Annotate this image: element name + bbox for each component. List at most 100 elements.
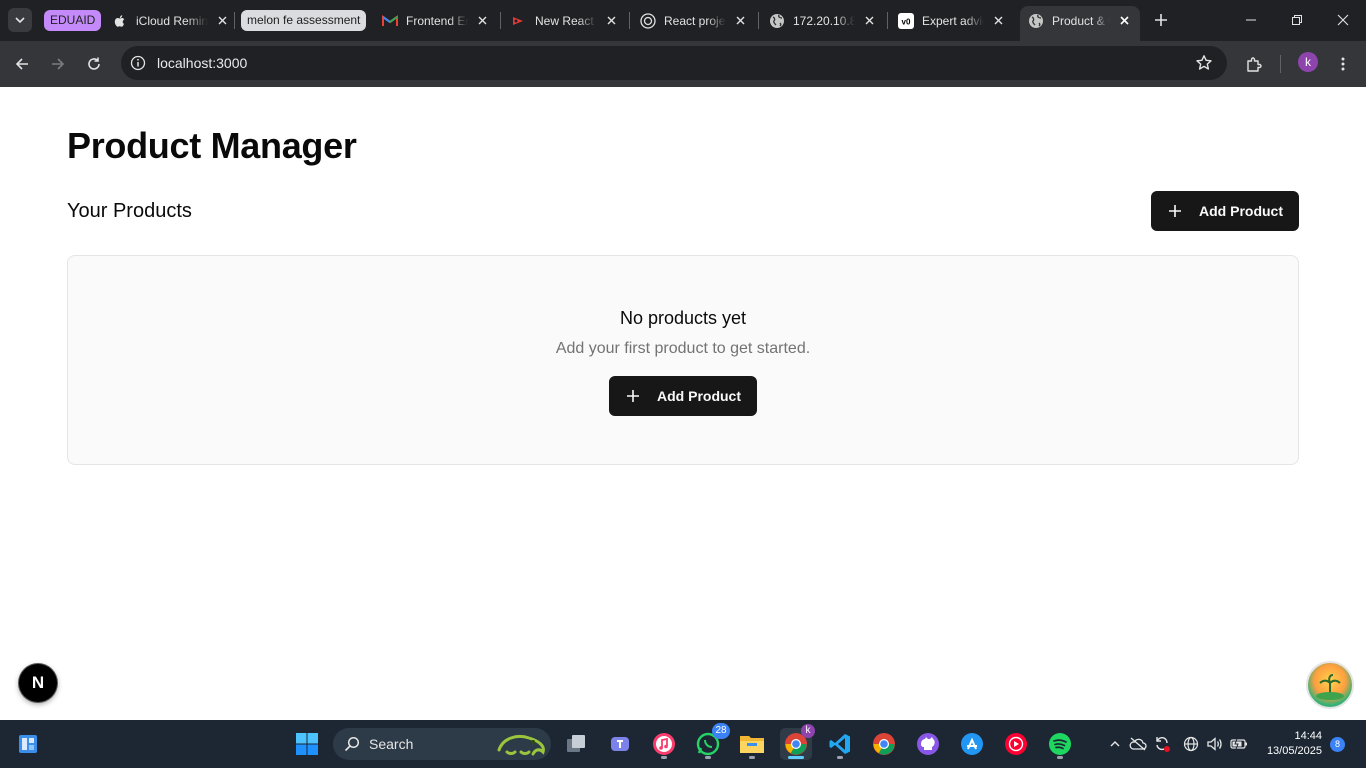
globe-icon <box>1183 736 1199 752</box>
sync-tray-icon[interactable] <box>1152 734 1172 754</box>
address-bar[interactable]: localhost:3000 <box>121 46 1227 80</box>
browser-toolbar: localhost:3000 <box>0 41 1366 87</box>
back-button[interactable] <box>10 52 34 76</box>
tab-search-button[interactable] <box>8 8 32 32</box>
music-icon <box>653 733 675 755</box>
widgets-icon <box>19 735 37 753</box>
v0-icon: v0 <box>898 12 914 29</box>
task-view-button[interactable] <box>560 728 592 760</box>
active-indicator <box>788 756 804 759</box>
taskbar-search[interactable]: Search <box>333 728 551 760</box>
site-info-icon[interactable] <box>129 54 147 72</box>
notification-count-badge[interactable]: 8 <box>1330 737 1345 752</box>
vscode-app[interactable] <box>824 728 856 760</box>
tab-product-manager-active[interactable]: Product & Order <box>1020 6 1140 41</box>
close-icon[interactable] <box>474 13 490 29</box>
tab-title: New React app <box>535 13 597 28</box>
folder-icon <box>740 736 764 753</box>
battery-tray-icon[interactable] <box>1229 734 1249 754</box>
tab-separator <box>234 12 235 29</box>
close-icon[interactable] <box>214 13 230 29</box>
tab-new-react-app[interactable]: New React app <box>511 6 619 35</box>
chrome-icon <box>873 733 895 755</box>
windows-taskbar: Search 28 k 14:44 13/05/2025 8 <box>0 720 1366 768</box>
close-icon[interactable] <box>732 13 748 29</box>
tab-separator <box>758 12 759 29</box>
search-icon <box>344 736 360 752</box>
tab-group-melon[interactable]: melon fe assessment <box>241 10 367 31</box>
running-indicator <box>661 756 667 759</box>
show-hidden-icons-button[interactable] <box>1105 734 1125 754</box>
battery-charging-icon <box>1230 738 1247 750</box>
svg-text:v0: v0 <box>902 17 911 26</box>
itunes-app[interactable] <box>648 728 680 760</box>
globe-icon <box>769 13 785 29</box>
tab-title: Expert advice <box>922 13 984 28</box>
close-icon[interactable] <box>1116 13 1132 29</box>
app-store-app[interactable] <box>956 728 988 760</box>
empty-state-card: No products yet Add your first product t… <box>67 255 1299 465</box>
tab-title: Product & Order <box>1052 13 1110 28</box>
youtube-music-icon <box>1005 733 1027 755</box>
spotify-app[interactable] <box>1044 728 1076 760</box>
github-icon <box>917 733 939 755</box>
empty-state-add-product-button[interactable]: Add Product <box>609 376 757 416</box>
minimize-icon <box>1246 19 1256 21</box>
onedrive-tray-icon[interactable] <box>1128 734 1148 754</box>
chrome-menu-button[interactable] <box>1331 52 1355 76</box>
plus-icon <box>1167 203 1183 219</box>
youtube-music-app[interactable] <box>1000 728 1032 760</box>
forward-button[interactable] <box>46 52 70 76</box>
chrome-app[interactable] <box>868 728 900 760</box>
close-icon <box>1337 14 1349 26</box>
taskbar-clock[interactable]: 14:44 13/05/2025 <box>1252 729 1322 759</box>
tab-react-project[interactable]: React project <box>640 6 748 35</box>
close-window-button[interactable] <box>1333 10 1353 30</box>
whatsapp-app[interactable]: 28 <box>692 723 730 760</box>
bookmark-star-icon[interactable] <box>1195 54 1213 72</box>
section-title: Your Products <box>67 200 192 222</box>
chevron-up-icon <box>1110 741 1120 747</box>
close-icon[interactable] <box>603 13 619 29</box>
tab-group-eduaid[interactable]: EDUAID <box>44 10 102 31</box>
volume-tray-icon[interactable] <box>1205 734 1225 754</box>
windows-start-icon <box>296 733 318 755</box>
clock-time: 14:44 <box>1294 730 1322 742</box>
whatsapp-unread-badge: 28 <box>712 723 730 739</box>
teams-meet-icon <box>611 737 629 751</box>
extensions-button[interactable] <box>1242 52 1266 76</box>
add-product-button[interactable]: Add Product <box>1151 191 1299 231</box>
reload-icon <box>88 57 100 70</box>
tab-frontend-engineer[interactable]: Frontend Engineer <box>382 6 490 35</box>
close-icon[interactable] <box>861 13 877 29</box>
close-icon[interactable] <box>990 13 1006 29</box>
island-extension-icon[interactable] <box>1306 661 1354 709</box>
empty-state-button-label: Add Product <box>657 388 741 404</box>
restore-button[interactable] <box>1287 10 1307 30</box>
arrow-left-icon <box>15 58 28 70</box>
taskbar-search-placeholder: Search <box>369 736 414 752</box>
start-button[interactable] <box>291 728 323 760</box>
new-tab-button[interactable] <box>1151 10 1171 30</box>
tab-ip-address[interactable]: 172.20.10.8 <box>769 6 877 35</box>
chevron-down-icon <box>15 17 25 24</box>
chrome-profile-app[interactable]: k <box>780 724 815 760</box>
tab-title: iCloud Reminders <box>136 13 208 28</box>
add-product-button-label: Add Product <box>1199 203 1283 219</box>
toolbar-divider <box>1280 55 1281 73</box>
tab-icloud[interactable]: iCloud Reminders <box>112 6 230 35</box>
profile-avatar[interactable]: k <box>1298 52 1318 72</box>
running-indicator <box>749 756 755 759</box>
more-vertical-icon <box>1341 57 1345 71</box>
page-title: Product Manager <box>67 125 357 166</box>
file-explorer-app[interactable] <box>736 728 768 760</box>
language-tray-icon[interactable] <box>1181 734 1201 754</box>
github-desktop-app[interactable] <box>912 728 944 760</box>
tab-expert-advice[interactable]: v0 Expert advice <box>898 6 1006 35</box>
spotify-icon <box>1049 733 1071 755</box>
reload-button[interactable] <box>82 52 106 76</box>
minimize-button[interactable] <box>1241 10 1261 30</box>
widgets-button[interactable] <box>12 728 44 760</box>
nextjs-dev-indicator[interactable]: N <box>19 664 57 702</box>
teams-app[interactable] <box>604 728 636 760</box>
